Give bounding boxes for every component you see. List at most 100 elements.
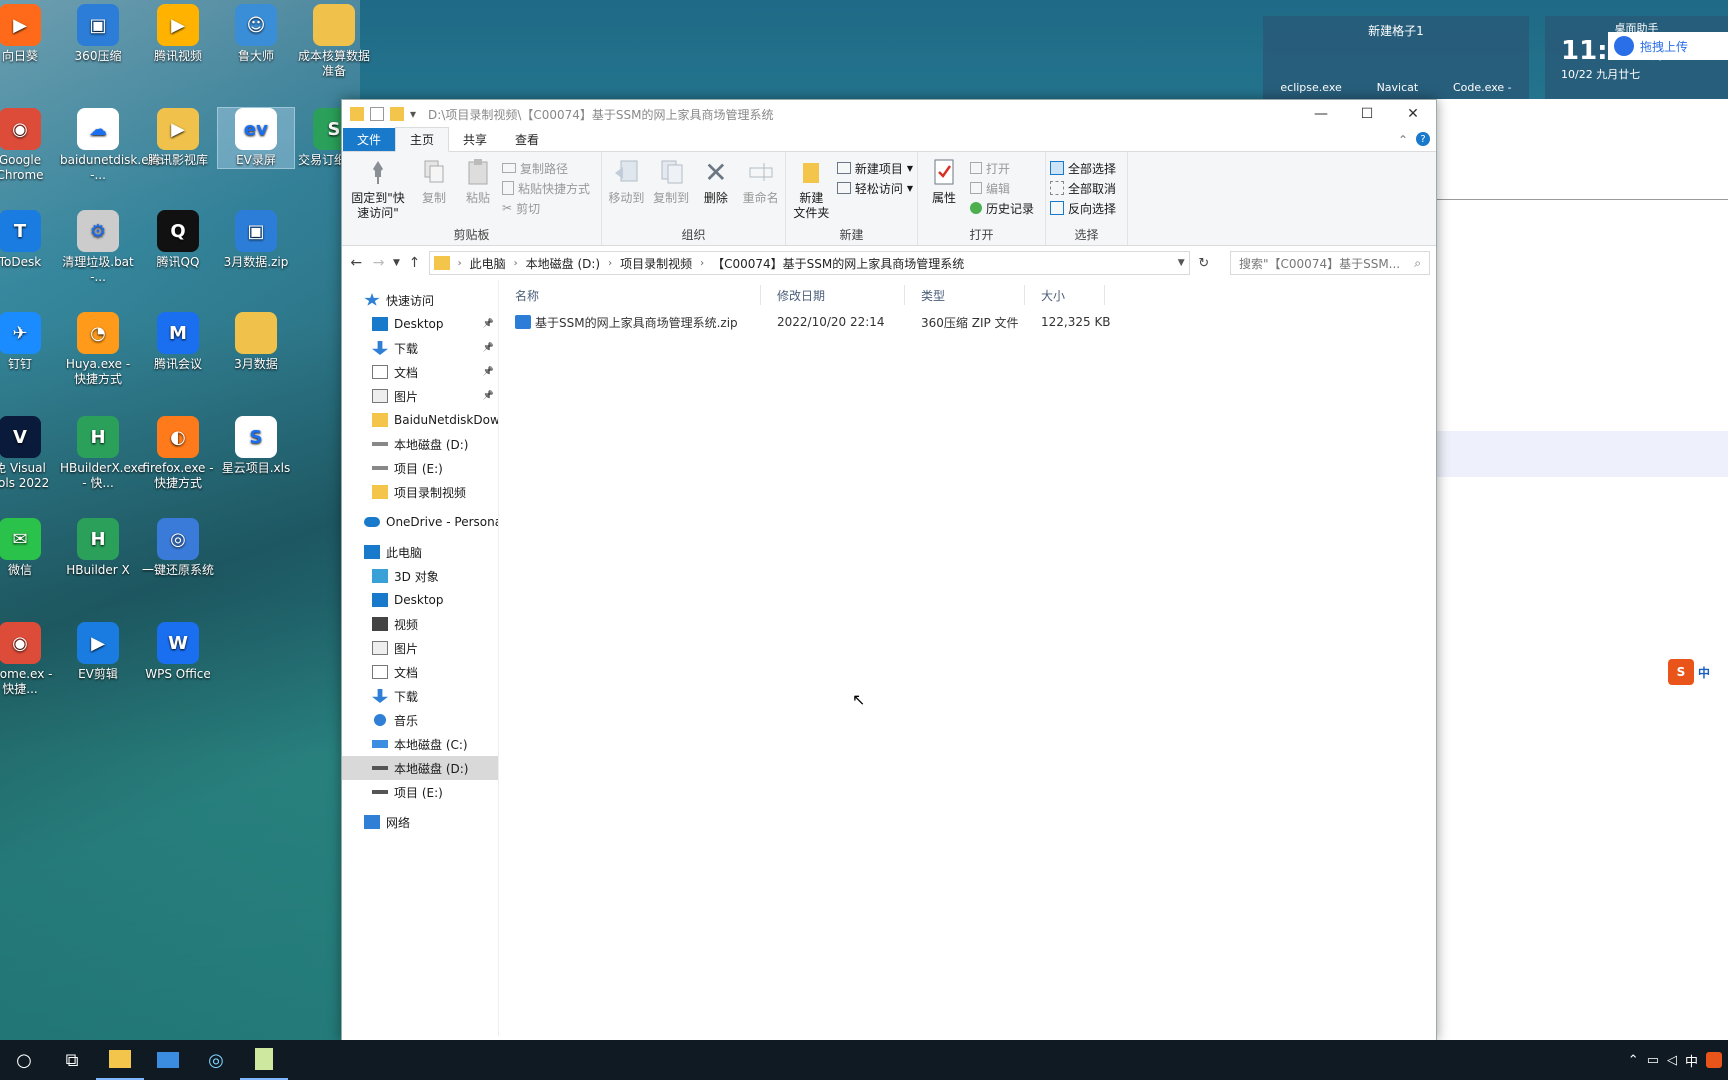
customize-toolbar-icon[interactable]: ▾	[410, 107, 418, 121]
column-type[interactable]: 类型	[905, 285, 1025, 305]
cut-button[interactable]: ✂ 剪切	[502, 198, 590, 218]
desktop-icon[interactable]: Q 腾讯QQ	[140, 210, 216, 270]
nav-item[interactable]: 此电脑	[342, 540, 498, 564]
nav-item[interactable]: 3D 对象	[342, 564, 498, 588]
close-button[interactable]: ✕	[1390, 100, 1436, 128]
desktop-icon[interactable]: ev EV录屏	[217, 107, 295, 169]
invert-selection-button[interactable]: 反向选择	[1050, 198, 1116, 218]
desktop-icon[interactable]: ◉ Google Chrome	[0, 108, 58, 183]
desktop-icon[interactable]: H HBuilderX.exe - 快...	[60, 416, 145, 491]
folder-widget[interactable]: 新建格子1 eclipse.exe Navicat Code.exe -	[1263, 16, 1529, 99]
nav-item[interactable]: 本地磁盘 (D:)	[342, 756, 498, 780]
navicat-app-label[interactable]: Navicat	[1377, 81, 1419, 94]
easy-access-button[interactable]: 轻松访问 ▼	[836, 178, 913, 198]
collapse-ribbon-icon[interactable]: ⌃	[1390, 133, 1416, 151]
nav-item[interactable]: 图片	[342, 636, 498, 660]
desktop-icon[interactable]: ▶ 向日葵	[0, 4, 58, 64]
desktop-icon[interactable]: ▶ 腾讯视频	[140, 4, 216, 64]
column-modified[interactable]: 修改日期	[761, 285, 905, 305]
copy-path-button[interactable]: 复制路径	[502, 158, 590, 178]
desktop-icon[interactable]: ☺ 鲁大师	[218, 4, 294, 64]
nav-item[interactable]: 快速访问	[342, 288, 498, 312]
paste-shortcut-button[interactable]: 粘贴快捷方式	[502, 178, 590, 198]
minimize-button[interactable]: —	[1298, 100, 1344, 128]
desktop-icon[interactable]: H HBuilder X	[60, 518, 136, 578]
desktop-icon[interactable]: ✈ 钉钉	[0, 312, 58, 372]
properties-icon[interactable]	[370, 107, 384, 121]
nav-item[interactable]: 文档 📌	[342, 360, 498, 384]
nav-item[interactable]: 下载 📌	[342, 336, 498, 360]
tray-ime-indicator[interactable]: 中	[1685, 1051, 1698, 1070]
navicat-taskbar-icon[interactable]: ◎	[192, 1040, 240, 1080]
nav-item[interactable]: Desktop 📌	[342, 312, 498, 336]
address-bar[interactable]: › 此电脑 › 本地磁盘 (D:) › 项目录制视频 › 【C00074】基于S…	[428, 251, 1190, 275]
rename-button[interactable]: 重命名	[740, 156, 781, 227]
mail-taskbar-icon[interactable]	[144, 1040, 192, 1080]
nav-item[interactable]: 图片 📌	[342, 384, 498, 408]
desktop-icon[interactable]: ◎ 一键还原系统	[140, 518, 216, 578]
desktop-icon[interactable]: 3月数据	[218, 312, 294, 372]
delete-button[interactable]: ✕ 删除	[696, 156, 737, 227]
refresh-button[interactable]: ↻	[1196, 252, 1212, 274]
copy-to-button[interactable]: 复制到	[651, 156, 692, 227]
desktop-icon[interactable]: S 星云项目.xls	[218, 416, 294, 476]
desktop-icon[interactable]: ✉ 微信	[0, 518, 58, 578]
desktop-icon[interactable]: ▶ 腾讯影视库	[140, 108, 216, 168]
nav-item[interactable]: BaiduNetdiskDow	[342, 408, 498, 432]
tab-home[interactable]: 主页	[395, 127, 450, 152]
desktop-icon[interactable]: ◉ hrome.ex - 快捷...	[0, 622, 58, 697]
upload-button[interactable]: 拖拽上传	[1608, 32, 1728, 60]
start-search-button[interactable]: ○	[0, 1040, 48, 1080]
eclipse-app-label[interactable]: eclipse.exe	[1280, 81, 1341, 94]
tab-share[interactable]: 共享	[449, 128, 501, 151]
address-dropdown-icon[interactable]: ▼	[1178, 258, 1185, 268]
nav-item[interactable]: 项目 (E:)	[342, 780, 498, 804]
nav-item[interactable]: 下载	[342, 684, 498, 708]
open-button[interactable]: 打开	[970, 158, 1034, 178]
nav-item[interactable]: 项目录制视频	[342, 480, 498, 504]
network-icon[interactable]: ▭	[1647, 1053, 1659, 1068]
tab-file[interactable]: 文件	[343, 128, 396, 151]
file-explorer-taskbar-icon[interactable]	[96, 1040, 144, 1080]
properties-button[interactable]: 属性	[922, 156, 966, 227]
select-none-button[interactable]: 全部取消	[1050, 178, 1116, 198]
volume-icon[interactable]: ◁	[1667, 1053, 1677, 1068]
desktop-icon[interactable]: ▶ EV剪辑	[60, 622, 136, 682]
pin-quick-access-button[interactable]: 固定到"快速访问"	[346, 156, 410, 227]
nav-item[interactable]: 项目 (E:)	[342, 456, 498, 480]
nav-item[interactable]: 音乐	[342, 708, 498, 732]
search-box[interactable]: 搜索"【C00074】基于SSM... ⌕	[1230, 251, 1431, 275]
desktop-icon[interactable]: ◔ Huya.exe - 快捷方式	[60, 312, 136, 387]
edit-button[interactable]: 编辑	[970, 178, 1034, 198]
recent-locations-button[interactable]: ▼	[393, 252, 400, 274]
ime-badge[interactable]: S 中	[1664, 658, 1728, 686]
chevron-up-icon[interactable]: ⌃	[1628, 1053, 1639, 1068]
new-folder-button[interactable]: 新建 文件夹	[790, 156, 833, 227]
desktop-icon[interactable]: W WPS Office	[140, 622, 216, 682]
help-icon[interactable]: ?	[1416, 132, 1430, 146]
maximize-button[interactable]: ☐	[1344, 100, 1390, 128]
select-all-button[interactable]: 全部选择	[1050, 158, 1116, 178]
history-button[interactable]: 历史记录	[970, 198, 1034, 218]
column-size[interactable]: 大小	[1025, 285, 1105, 305]
desktop-icon[interactable]: ⚙ 清理垃圾.bat -...	[60, 210, 136, 285]
desktop-icon[interactable]: 成本核算数据准备	[296, 4, 372, 79]
breadcrumb-drive-d[interactable]: 本地磁盘 (D:)	[526, 255, 600, 272]
task-view-button[interactable]: ⧉	[48, 1040, 96, 1080]
desktop-icon[interactable]: M 腾讯会议	[140, 312, 216, 372]
breadcrumb-current-folder[interactable]: 【C00074】基于SSM的网上家具商场管理系统	[712, 255, 964, 272]
tab-view[interactable]: 查看	[501, 128, 553, 151]
desktop-icon[interactable]: V 免 Visual ools 2022	[0, 416, 58, 491]
copy-button[interactable]: 复制	[414, 156, 454, 227]
nav-item[interactable]: OneDrive - Persona	[342, 510, 498, 534]
nav-item[interactable]: 视频	[342, 612, 498, 636]
new-item-button[interactable]: 新建项目 ▼	[836, 158, 913, 178]
move-to-button[interactable]: 移动到	[606, 156, 647, 227]
nav-item[interactable]: Desktop	[342, 588, 498, 612]
vscode-app-label[interactable]: Code.exe -	[1453, 81, 1512, 94]
nav-item[interactable]: 网络	[342, 810, 498, 834]
forward-button[interactable]: →	[370, 252, 386, 274]
nav-item[interactable]: 文档	[342, 660, 498, 684]
nav-item[interactable]: 本地磁盘 (D:)	[342, 432, 498, 456]
sogou-tray-icon[interactable]	[1706, 1052, 1722, 1068]
